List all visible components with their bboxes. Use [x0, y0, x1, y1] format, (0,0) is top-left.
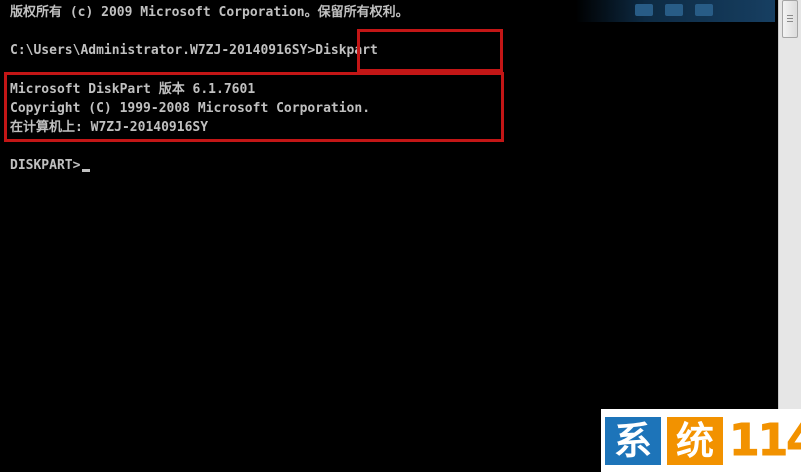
top-brand-strip: [575, 0, 775, 22]
copyright-line-chinese: 版权所有 (c) 2009 Microsoft Corporation。保留所有…: [10, 5, 409, 20]
diskpart-copyright-line: Copyright (C) 1999-2008 Microsoft Corpor…: [10, 101, 371, 116]
thumb-grip-icon: [787, 18, 793, 19]
watermark-number: 114: [729, 416, 801, 465]
thumb-grip-icon: [787, 15, 793, 16]
vertical-scrollbar[interactable]: [778, 0, 801, 472]
brand-stripe: [695, 4, 713, 16]
scrollbar-track[interactable]: [779, 40, 801, 412]
thumb-grip-icon: [787, 21, 793, 22]
watermark-tile-xi: 系: [605, 417, 661, 465]
site-watermark-logo: 系 统 114: [601, 409, 801, 472]
diskpart-prompt-text: DISKPART>: [10, 158, 81, 173]
brand-stripe: [665, 4, 683, 16]
command-prompt-window: 版权所有 (c) 2009 Microsoft Corporation。保留所有…: [0, 0, 801, 472]
brand-stripe: [635, 4, 653, 16]
command-highlight-box: [357, 29, 503, 72]
scrollbar-thumb[interactable]: [782, 0, 798, 38]
console-output-area[interactable]: 版权所有 (c) 2009 Microsoft Corporation。保留所有…: [0, 0, 778, 472]
command-prompt-line: C:\Users\Administrator.W7ZJ-20140916SY>D…: [10, 43, 378, 58]
watermark-tile-tong: 统: [667, 417, 723, 465]
diskpart-version-line: Microsoft DiskPart 版本 6.1.7601: [10, 82, 256, 97]
computer-name-line: 在计算机上: W7ZJ-20140916SY: [10, 120, 209, 135]
text-cursor: [82, 169, 91, 172]
diskpart-prompt-line[interactable]: DISKPART>: [10, 156, 91, 175]
